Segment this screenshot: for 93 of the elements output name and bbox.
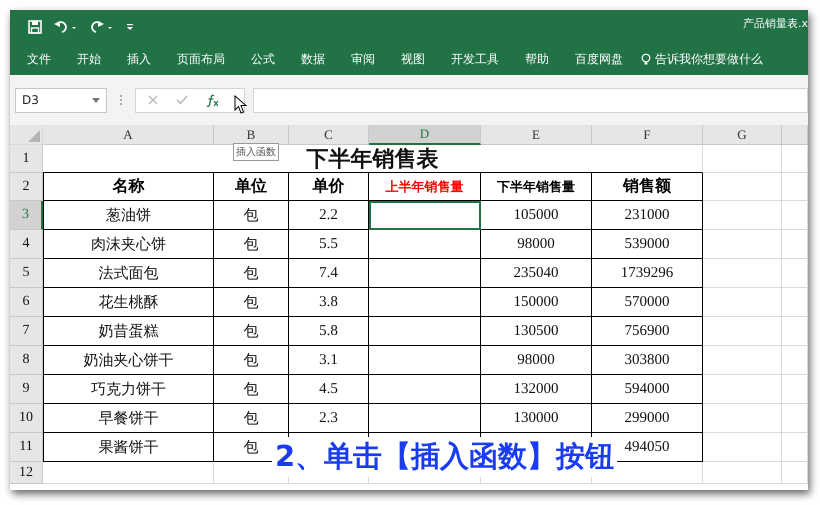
row-header[interactable]: 10 [10, 404, 43, 433]
row-header[interactable]: 6 [10, 288, 43, 317]
table-cell: 7.4 [289, 259, 369, 288]
menu-tab[interactable]: 页面布局 [177, 51, 236, 68]
menu-tab[interactable]: 帮助 [525, 51, 560, 68]
column-header[interactable]: D [369, 125, 481, 145]
formula-input[interactable] [253, 88, 808, 112]
menu-tab[interactable]: 开始 [77, 51, 112, 68]
row-header[interactable]: 8 [10, 346, 43, 375]
row-header[interactable]: 5 [10, 259, 43, 288]
row-header[interactable]: 4 [10, 230, 43, 259]
lightbulb-icon[interactable] [641, 53, 651, 66]
table-cell: 5.5 [289, 230, 369, 259]
table-cell: 235040 [481, 259, 592, 288]
tooltip: 插入函数 [233, 143, 279, 161]
column-heading: 下半年销售量 [481, 173, 592, 201]
table-cell: 葱油饼 [43, 201, 214, 230]
table-cell: 5.8 [289, 317, 369, 346]
table-cell: 231000 [592, 201, 703, 230]
table-cell: 包 [214, 288, 289, 317]
table-cell: 1739296 [592, 259, 703, 288]
undo-icon[interactable] [54, 20, 78, 34]
table-cell: 包 [214, 404, 289, 433]
table-cell: 303800 [592, 346, 703, 375]
table-cell: 98000 [481, 230, 592, 259]
column-header[interactable]: F [592, 125, 703, 145]
table-cell: 肉沫夹心饼 [43, 230, 214, 259]
function-icon[interactable] [206, 94, 219, 106]
table-cell: 包 [214, 259, 289, 288]
column-heading: 上半年销售量 [369, 173, 481, 201]
row-header[interactable]: 3 [10, 201, 43, 230]
table-cell: 299000 [592, 404, 703, 433]
menu-tab[interactable]: 文件 [27, 51, 62, 68]
table-cell: 98000 [481, 346, 592, 375]
column-header[interactable]: G [703, 125, 782, 145]
tell-me-field[interactable]: 告诉我你想要做什么 [655, 51, 763, 68]
table-cell: 包 [214, 346, 289, 375]
menu-tab[interactable]: 百度网盘 [575, 51, 634, 68]
table-cell: 756900 [592, 317, 703, 346]
row-header[interactable]: 2 [10, 173, 43, 201]
header-edge [782, 125, 808, 145]
row-header[interactable]: 1 [10, 145, 43, 173]
table-cell: 花生桃酥 [43, 288, 214, 317]
menu-tab[interactable]: 插入 [127, 51, 162, 68]
table-cell: 132000 [481, 375, 592, 404]
table-cell: 包 [214, 201, 289, 230]
table-cell: 130000 [481, 404, 592, 433]
table-cell: 2.2 [289, 201, 369, 230]
table-cell: 3.8 [289, 288, 369, 317]
column-header[interactable]: B [214, 125, 289, 145]
column-heading: 销售额 [592, 173, 703, 201]
table-cell: 法式面包 [43, 259, 214, 288]
row-header[interactable]: 11 [10, 433, 43, 462]
table-cell: 巧克力饼干 [43, 375, 214, 404]
window-title: 产品销量表.x [742, 16, 808, 31]
table-cell: 包 [214, 230, 289, 259]
table-cell: 奶昔蛋糕 [43, 317, 214, 346]
name-box[interactable]: D3 [15, 88, 107, 112]
table-cell: 果酱饼干 [43, 433, 214, 462]
table-cell: 3.1 [289, 346, 369, 375]
table-cell: 130500 [481, 317, 592, 346]
table-cell: 包 [214, 375, 289, 404]
column-heading: 名称 [43, 173, 214, 201]
redo-icon[interactable] [90, 20, 114, 34]
row-header[interactable]: 9 [10, 375, 43, 404]
table-cell: 594000 [592, 375, 703, 404]
check-icon[interactable] [176, 95, 188, 105]
table-cell: 150000 [481, 288, 592, 317]
menu-tab[interactable]: 开发工具 [451, 51, 510, 68]
column-header[interactable]: E [481, 125, 592, 145]
table-cell: 4.5 [289, 375, 369, 404]
triangle-icon [28, 130, 40, 142]
active-cell[interactable] [369, 201, 481, 230]
menu-tab[interactable]: 数据 [301, 51, 336, 68]
menu-tab[interactable]: 视图 [401, 51, 436, 68]
save-icon[interactable] [28, 20, 42, 34]
customize-icon[interactable] [126, 23, 134, 31]
menu-tab[interactable]: 审阅 [351, 51, 386, 68]
table-cell: 105000 [481, 201, 592, 230]
table-cell: 早餐饼干 [43, 404, 214, 433]
column-header[interactable]: A [43, 125, 214, 145]
column-heading: 单位 [214, 173, 289, 201]
table-cell: 2.3 [289, 404, 369, 433]
table-cell: 奶油夹心饼干 [43, 346, 214, 375]
column-heading: 单价 [289, 173, 369, 201]
table-cell: 570000 [592, 288, 703, 317]
table-cell: 539000 [592, 230, 703, 259]
row-header[interactable]: 12 [10, 462, 43, 484]
table-cell: 包 [214, 317, 289, 346]
drag-handle-icon[interactable] [119, 94, 123, 106]
row-header[interactable]: 7 [10, 317, 43, 346]
menu-tab[interactable]: 公式 [251, 51, 286, 68]
column-header[interactable]: C [289, 125, 369, 145]
